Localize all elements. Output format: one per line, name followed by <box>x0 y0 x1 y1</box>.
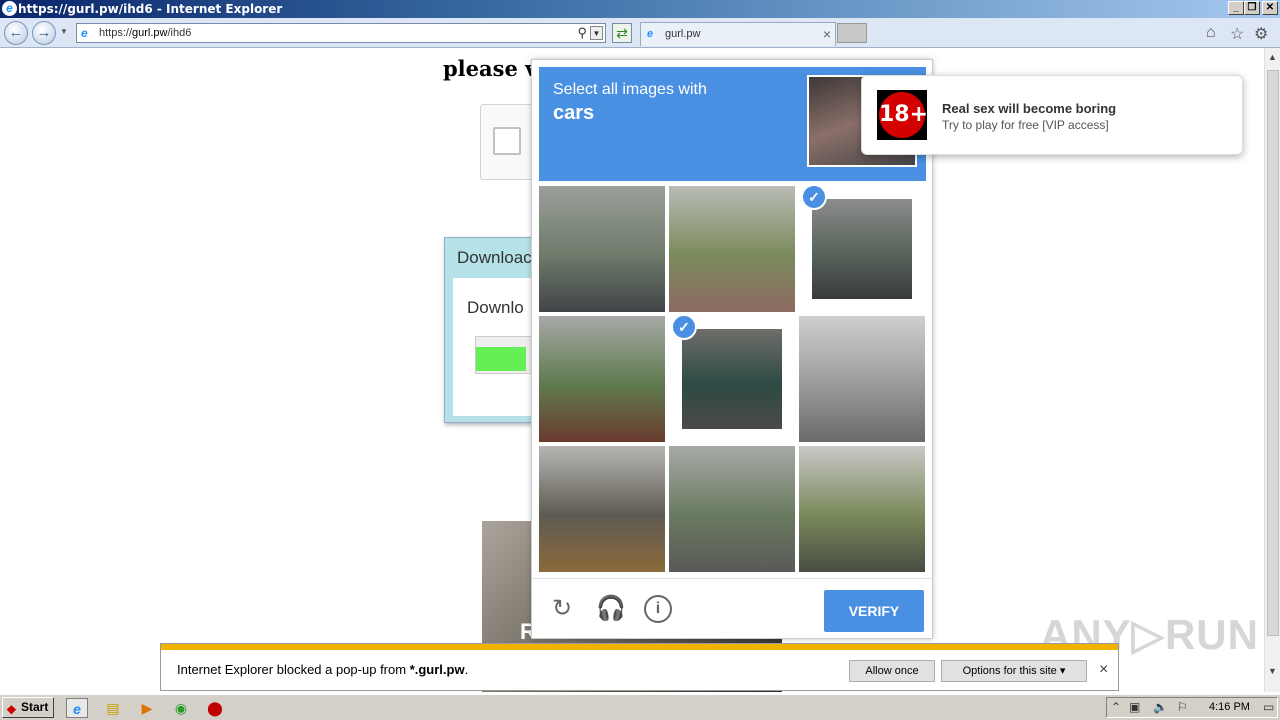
tile-image <box>682 329 782 429</box>
tile-image <box>799 316 925 442</box>
page-favicon-icon: e <box>81 26 88 40</box>
forward-arrow-icon: → <box>36 24 52 41</box>
new-tab-button[interactable] <box>837 23 867 43</box>
headphones-icon[interactable]: 🎧 <box>596 595 626 623</box>
notification-ad[interactable]: 18+ Real sex will become boring Try to p… <box>861 75 1243 155</box>
popup-bar-close-icon[interactable]: × <box>1099 661 1108 679</box>
ad-text: Try to play for free [VIP access] <box>942 118 1109 132</box>
empty-road-tile[interactable] <box>799 316 925 442</box>
download-label: Downlo <box>467 298 524 317</box>
captcha-footer: ↻ 🎧 i VERIFY <box>532 578 932 639</box>
network-icon[interactable]: ▣ <box>1129 700 1140 714</box>
forward-button[interactable]: → <box>32 21 56 45</box>
scroll-down-icon[interactable]: ▼ <box>1268 666 1277 676</box>
verify-button[interactable]: VERIFY <box>824 590 924 632</box>
tab-close-icon[interactable]: × <box>823 23 831 45</box>
download-card: Downloac Downlo <box>444 237 544 423</box>
volume-icon[interactable]: 🔈 <box>1153 700 1168 714</box>
street-car-tile[interactable] <box>539 186 665 312</box>
scrollbar-thumb[interactable] <box>1267 70 1279 636</box>
chrome-taskbar-icon[interactable]: ◉ <box>170 698 192 718</box>
media-player-taskbar-icon[interactable]: ▶ <box>136 698 158 718</box>
browser-toolbar: ← → ▼ e https://gurl.pw/ihd6 ⚲ ▼ ⇄ e gur… <box>0 18 1280 48</box>
tile-image <box>812 199 912 299</box>
tile-image <box>539 446 665 572</box>
action-center-flag-icon[interactable]: ⚐ <box>1177 700 1188 714</box>
show-desktop-icon[interactable]: ▭ <box>1263 700 1274 714</box>
adult-badge-icon: 18+ <box>877 90 928 140</box>
overpass-tile[interactable] <box>669 186 795 312</box>
download-progress-fill <box>476 347 526 371</box>
opera-taskbar-icon[interactable]: ⬤ <box>204 698 226 718</box>
start-button[interactable]: ❖ Start <box>2 697 54 718</box>
download-title: Downloac <box>457 248 532 267</box>
tile-image <box>669 186 795 312</box>
ie-logo-icon: e <box>2 1 17 16</box>
badge-text: 18+ <box>879 92 928 138</box>
info-icon[interactable]: i <box>644 595 672 623</box>
taskbar: ❖ Start e ▤ ▶ ◉ ⬤ ⌃ ▣ 🔈 ⚐ 4:16 PM ▭ <box>0 694 1280 720</box>
site-options-button[interactable]: Options for this site ▾ <box>941 660 1087 682</box>
start-label: Start <box>21 700 49 714</box>
ie-taskbar-icon[interactable]: e <box>66 698 88 718</box>
tile-image <box>669 446 795 572</box>
tab-label: gurl.pw <box>665 28 701 40</box>
traffic-light-tile[interactable] <box>539 446 665 572</box>
tab-gurl[interactable]: e gurl.pw × <box>640 22 836 46</box>
selected-check-icon: ✓ <box>801 184 827 210</box>
captcha-target: cars <box>553 102 595 124</box>
tray-expand-icon[interactable]: ⌃ <box>1111 700 1121 714</box>
recaptcha-checkbox[interactable] <box>493 127 521 155</box>
signal-pole-tile[interactable] <box>799 446 925 572</box>
refresh-button[interactable]: ⇄ <box>612 23 632 43</box>
reload-icon[interactable]: ↻ <box>548 595 576 623</box>
address-dropdown-icon[interactable]: ▼ <box>590 26 603 40</box>
vertical-scrollbar[interactable]: ▲ ▼ <box>1264 48 1280 692</box>
back-arrow-icon: ← <box>8 24 24 41</box>
minimize-button[interactable]: _ <box>1228 1 1244 15</box>
tile-image <box>799 446 925 572</box>
popup-blocked-message: Internet Explorer blocked a pop-up from … <box>177 662 469 677</box>
close-window-button[interactable]: ✕ <box>1262 1 1278 15</box>
restore-button[interactable]: ❐ <box>1244 1 1260 15</box>
system-tray: ⌃ ▣ 🔈 ⚐ 4:16 PM ▭ <box>1106 697 1278 718</box>
back-button[interactable]: ← <box>4 21 28 45</box>
history-dropdown-icon[interactable]: ▼ <box>60 27 68 36</box>
captcha-prompt: Select all images with <box>553 81 707 98</box>
allow-once-button[interactable]: Allow once <box>849 660 935 682</box>
favorites-star-icon[interactable]: ☆ <box>1230 24 1244 44</box>
popup-blocked-bar: Internet Explorer blocked a pop-up from … <box>160 643 1119 691</box>
windows-flag-icon: ❖ <box>6 703 17 717</box>
refresh-icon: ⇄ <box>616 25 628 41</box>
ad-title: Real sex will become boring <box>942 101 1117 116</box>
window-title-bar: e https://gurl.pw/ihd6 - Internet Explor… <box>0 0 1280 18</box>
address-bar[interactable]: e https://gurl.pw/ihd6 ⚲ ▼ <box>76 23 606 43</box>
tile-image <box>539 186 665 312</box>
explorer-taskbar-icon[interactable]: ▤ <box>102 698 124 718</box>
tile-image <box>539 316 665 442</box>
rooftop-tile[interactable] <box>669 446 795 572</box>
home-icon[interactable]: ⌂ <box>1206 24 1216 42</box>
scroll-up-icon[interactable]: ▲ <box>1268 52 1277 62</box>
clock: 4:16 PM <box>1209 701 1250 713</box>
selected-check-icon: ✓ <box>671 314 697 340</box>
tab-favicon-icon: e <box>647 28 654 40</box>
settings-gear-icon[interactable]: ⚙ <box>1254 24 1268 44</box>
popup-bar-stripe <box>161 644 1118 650</box>
search-icon[interactable]: ⚲ <box>577 24 587 42</box>
address-url[interactable]: https://gurl.pw/ihd6 <box>99 24 191 42</box>
chase-sign-tile[interactable] <box>539 316 665 442</box>
window-title: https://gurl.pw/ihd6 - Internet Explorer <box>18 2 283 16</box>
